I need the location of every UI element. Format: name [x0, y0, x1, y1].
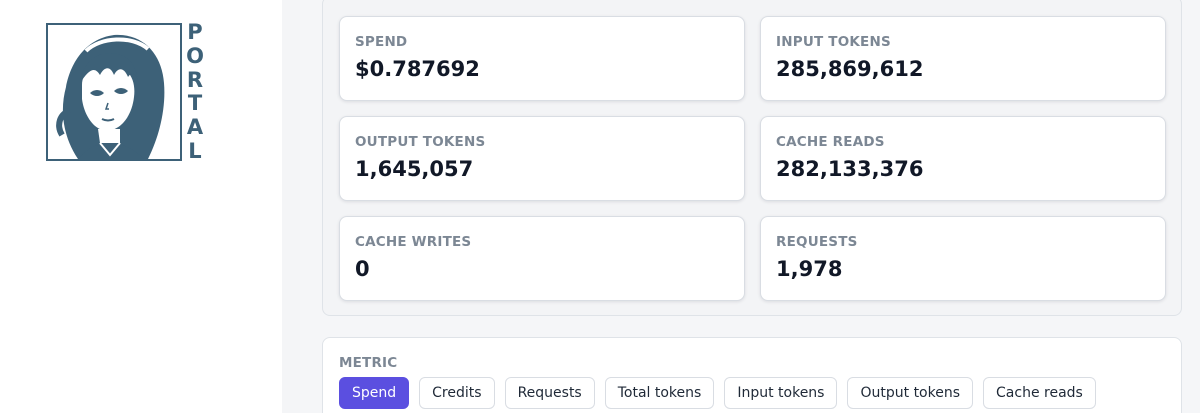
- usage-stats-panel: SPEND $0.787692 INPUT TOKENS 285,869,612…: [322, 0, 1182, 316]
- stat-value: 285,869,612: [776, 57, 924, 81]
- logo-letter: P: [187, 20, 203, 44]
- portal-logo[interactable]: P O R T A L: [46, 22, 206, 162]
- stat-card-spend: SPEND $0.787692: [339, 16, 745, 101]
- logo-letter: A: [186, 115, 204, 140]
- metric-chip-total-tokens[interactable]: Total tokens: [604, 377, 715, 409]
- sidebar-divider: [282, 0, 300, 413]
- stat-label: REQUESTS: [776, 234, 858, 250]
- logo-letter: L: [188, 138, 202, 163]
- metric-chip-requests[interactable]: Requests: [504, 377, 595, 409]
- logo-letter: T: [187, 91, 203, 116]
- metric-chip-spend[interactable]: Spend: [339, 377, 410, 409]
- stat-value: 1,645,057: [355, 157, 474, 181]
- metric-selector-panel: METRIC Spend Credits Requests Total toke…: [322, 337, 1182, 413]
- stat-value: 1,978: [776, 257, 843, 281]
- metric-chip-input-tokens[interactable]: Input tokens: [724, 377, 838, 409]
- metric-chip-group: Spend Credits Requests Total tokens Inpu…: [339, 377, 1096, 409]
- stat-label: CACHE READS: [776, 134, 885, 150]
- stat-card-requests: REQUESTS 1,978: [760, 216, 1166, 301]
- stat-label: OUTPUT TOKENS: [355, 134, 486, 150]
- stat-card-cache-writes: CACHE WRITES 0: [339, 216, 745, 301]
- logo-letter: O: [186, 43, 204, 68]
- metric-chip-output-tokens[interactable]: Output tokens: [847, 377, 974, 409]
- stat-card-input-tokens: INPUT TOKENS 285,869,612: [760, 16, 1166, 101]
- logo-letter: R: [186, 67, 204, 92]
- girl-portrait-icon: [56, 34, 165, 159]
- stat-label: SPEND: [355, 34, 408, 50]
- stat-label: INPUT TOKENS: [776, 34, 891, 50]
- sidebar: P O R T A L: [0, 0, 282, 413]
- stat-value: 0: [355, 257, 370, 281]
- stat-label: CACHE WRITES: [355, 234, 472, 250]
- portrait-illustration: [46, 23, 182, 161]
- metric-chip-cache-reads[interactable]: Cache reads: [983, 377, 1096, 409]
- stat-value: 282,133,376: [776, 157, 924, 181]
- metric-chip-credits[interactable]: Credits: [419, 377, 495, 409]
- stat-value: $0.787692: [355, 57, 480, 81]
- stat-card-cache-reads: CACHE READS 282,133,376: [760, 116, 1166, 201]
- metric-label: METRIC: [339, 355, 398, 371]
- stat-card-output-tokens: OUTPUT TOKENS 1,645,057: [339, 116, 745, 201]
- logo-wordmark: P O R T A L: [184, 22, 206, 162]
